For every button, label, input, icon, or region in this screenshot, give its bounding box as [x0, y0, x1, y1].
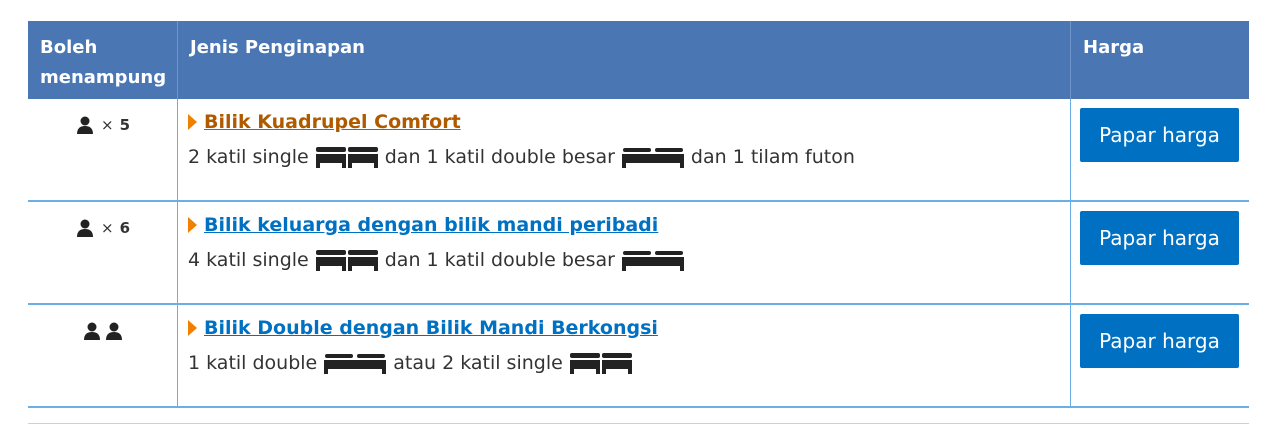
double-bed-icon	[621, 251, 684, 271]
room-link[interactable]: Bilik Double dengan Bilik Mandi Berkongs…	[204, 317, 658, 339]
occupancy-multiplier: ×	[100, 219, 114, 237]
person-icon	[105, 322, 122, 340]
accommodation-cell: Bilik Kuadrupel Comfort 2 katil single d…	[178, 99, 1071, 200]
table-row: × 5 Bilik Kuadrupel Comfort 2 katil sing…	[28, 99, 1249, 202]
accommodation-cell: Bilik keluarga dengan bilik mandi periba…	[178, 202, 1071, 303]
occupancy-multiplier: ×	[100, 116, 114, 134]
header-accommodation: Jenis Penginapan	[178, 21, 1071, 99]
room-name: Bilik Double dengan Bilik Mandi Berkongs…	[188, 317, 1070, 339]
bed-text: 1 katil double	[188, 352, 318, 374]
bed-text: dan 1 katil double besar	[384, 146, 615, 168]
person-icon	[76, 116, 93, 134]
bed-text: 2 katil single	[188, 146, 309, 168]
price-cell: Papar harga	[1071, 99, 1249, 200]
occupancy-cell	[28, 305, 178, 406]
occupancy-count: 6	[119, 219, 130, 237]
table-header: Boleh menampung Jenis Penginapan Harga	[28, 21, 1249, 99]
bed-text: dan 1 tilam futon	[690, 146, 855, 168]
room-link[interactable]: Bilik Kuadrupel Comfort	[204, 111, 461, 133]
header-price: Harga	[1083, 37, 1145, 58]
table-row: Bilik Double dengan Bilik Mandi Berkongs…	[28, 305, 1249, 408]
accommodation-cell: Bilik Double dengan Bilik Mandi Berkongs…	[178, 305, 1071, 406]
expand-arrow-icon	[188, 320, 197, 336]
room-link[interactable]: Bilik keluarga dengan bilik mandi periba…	[204, 214, 658, 236]
person-icon	[83, 322, 100, 340]
single-bed-icon	[315, 250, 378, 271]
show-price-button[interactable]: Papar harga	[1080, 108, 1239, 162]
show-price-button[interactable]: Papar harga	[1080, 314, 1239, 368]
double-bed-icon	[621, 148, 684, 168]
expand-arrow-icon	[188, 114, 197, 130]
occupancy-count: 5	[119, 116, 130, 134]
bed-text: 4 katil single	[188, 249, 309, 271]
single-bed-icon	[569, 353, 632, 374]
single-bed-icon	[315, 147, 378, 168]
price-cell: Papar harga	[1071, 305, 1249, 406]
double-bed-icon	[324, 354, 387, 374]
expand-arrow-icon	[188, 217, 197, 233]
occupancy-cell: × 5	[28, 99, 178, 200]
room-name: Bilik Kuadrupel Comfort	[188, 111, 1070, 133]
room-name: Bilik keluarga dengan bilik mandi periba…	[188, 214, 1070, 236]
bed-text: dan 1 katil double besar	[384, 249, 615, 271]
price-cell: Papar harga	[1071, 202, 1249, 303]
table-row: × 6 Bilik keluarga dengan bilik mandi pe…	[28, 202, 1249, 305]
divider	[28, 423, 1249, 424]
occupancy-cell: × 6	[28, 202, 178, 303]
person-icon	[76, 219, 93, 237]
header-occupancy: Boleh menampung	[28, 21, 178, 99]
bed-description: 4 katil single dan 1 katil double besar	[188, 248, 1070, 272]
room-table: Boleh menampung Jenis Penginapan Harga ×…	[28, 21, 1249, 408]
show-price-button[interactable]: Papar harga	[1080, 211, 1239, 265]
occupancy-indicator: × 5	[75, 115, 130, 135]
bed-description: 1 katil double atau 2 katil single	[188, 351, 1070, 375]
occupancy-indicator: × 6	[75, 218, 130, 238]
occupancy-indicator	[82, 321, 124, 341]
bed-description: 2 katil single dan 1 katil double besar …	[188, 145, 1070, 169]
bed-text: atau 2 katil single	[393, 352, 563, 374]
